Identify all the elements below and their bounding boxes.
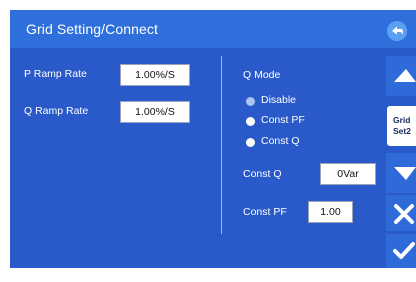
radio-selected-icon [246, 97, 255, 106]
q-mode-label: Q Mode [243, 69, 281, 81]
const-pf-field[interactable]: 1.00 [308, 201, 353, 223]
column-divider [221, 56, 222, 234]
const-q-field[interactable]: 0Var [320, 163, 376, 185]
q-ramp-rate-field[interactable]: 1.00%/S [120, 101, 190, 123]
const-q-label: Const Q [243, 168, 282, 180]
p-ramp-rate-label: P Ramp Rate [24, 68, 87, 80]
grid-set-button[interactable]: Grid Set2 [387, 106, 416, 146]
q-mode-option-label: Const Q [261, 135, 300, 147]
cancel-button[interactable] [386, 195, 416, 231]
grid-set-label-line1: Grid [393, 115, 411, 125]
q-ramp-rate-label: Q Ramp Rate [24, 105, 89, 117]
bottom-strip [10, 268, 416, 282]
q-mode-option-label: Const PF [261, 114, 305, 126]
grid-set-label-line2: Set2 [393, 126, 411, 136]
page-title: Grid Setting/Connect [26, 21, 158, 37]
grid-setting-screen: Grid Setting/Connect P Ramp Rate 1.00%/S… [10, 10, 416, 282]
const-pf-label: Const PF [243, 206, 287, 218]
check-icon [393, 242, 415, 259]
down-arrow-icon [394, 167, 416, 180]
radio-unselected-icon [246, 138, 255, 147]
close-icon [394, 204, 414, 224]
back-button[interactable] [386, 20, 408, 42]
radio-unselected-icon [246, 117, 255, 126]
p-ramp-rate-field[interactable]: 1.00%/S [120, 64, 190, 86]
back-arrow-icon [387, 21, 407, 41]
title-bar: Grid Setting/Connect [10, 10, 416, 48]
confirm-button[interactable] [386, 234, 416, 268]
q-mode-option-label: Disable [261, 94, 297, 106]
up-arrow-icon [394, 69, 416, 82]
scroll-up-button[interactable] [386, 56, 416, 96]
scroll-down-button[interactable] [386, 153, 416, 193]
